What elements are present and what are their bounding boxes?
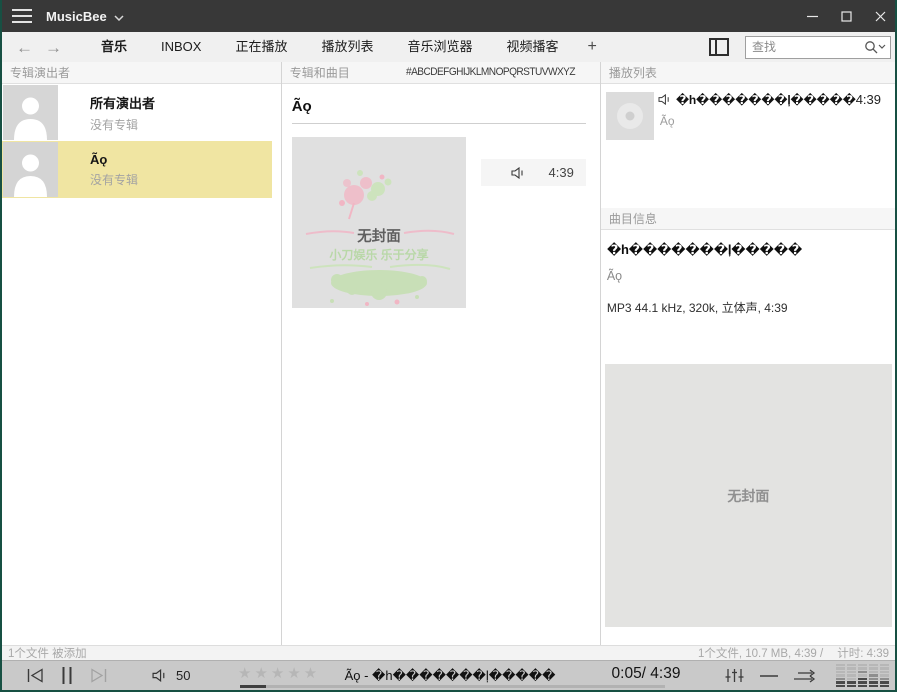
main-area: 专辑演出者 所有演出者 没有专辑 Ãǫ 没有专辑 专辑和曲目 #ABCDEFG bbox=[2, 62, 895, 645]
title-bar: MusicBee bbox=[0, 0, 897, 32]
forward-button[interactable]: → bbox=[39, 39, 68, 56]
track-duration: 4:39 bbox=[549, 165, 574, 180]
album-artist-panel: 专辑演出者 所有演出者 没有专辑 Ãǫ 没有专辑 bbox=[2, 62, 282, 645]
paint-splatter-graphic bbox=[306, 170, 454, 234]
tab-playlists[interactable]: 播放列表 bbox=[305, 32, 391, 62]
add-tab-button[interactable]: + bbox=[576, 38, 609, 56]
player-bar: 50 ★★★★★ Ãǫ - �h�������ļ����� 0:05/ 4:39 bbox=[2, 660, 895, 690]
album-tracks-panel-header: 专辑和曲目 bbox=[290, 64, 350, 81]
track-list: 4:39 bbox=[481, 159, 586, 308]
speaker-icon bbox=[658, 94, 671, 105]
speaker-icon bbox=[511, 167, 525, 179]
track-row[interactable]: 4:39 bbox=[481, 159, 586, 186]
minimize-button[interactable] bbox=[795, 0, 829, 32]
app-title[interactable]: MusicBee bbox=[46, 9, 107, 24]
artist-name: Ãǫ bbox=[90, 152, 138, 167]
person-avatar-icon bbox=[3, 85, 58, 140]
volume-level: 50 bbox=[176, 668, 190, 683]
right-sidebar: 播放列表 �h�������ļ����� 4:39 Ãǫ 曲目信息 bbox=[601, 62, 895, 645]
volume-icon[interactable] bbox=[152, 669, 167, 682]
star-rating[interactable]: ★★★★★ bbox=[238, 664, 320, 682]
track-info-content: �h�������ļ����� Ãǫ MP3 44.1 kHz, 320k, 立… bbox=[601, 230, 895, 364]
search-box bbox=[745, 36, 891, 59]
musicbee-window: MusicBee ← → 音乐 INBOX 正在播放 播放列表 音乐浏览器 视频… bbox=[0, 0, 897, 692]
artist-list-item-selected[interactable]: Ãǫ 没有专辑 bbox=[2, 141, 272, 198]
track-info-artist: Ãǫ bbox=[607, 269, 895, 283]
playlist-track-title: �h�������ļ����� bbox=[676, 93, 856, 107]
playlist-empty-space bbox=[601, 146, 895, 208]
time-display[interactable]: 0:05/ 4:39 bbox=[600, 665, 692, 683]
artist-list-item-all[interactable]: 所有演出者 没有专辑 bbox=[2, 84, 272, 141]
artist-name: 所有演出者 bbox=[90, 93, 155, 112]
next-button[interactable] bbox=[90, 668, 108, 683]
playlist-item[interactable]: �h�������ļ����� 4:39 Ãǫ bbox=[601, 84, 895, 146]
artist-subtitle: 没有专辑 bbox=[90, 171, 138, 188]
track-info-title: �h�������ļ����� bbox=[607, 242, 895, 258]
previous-button[interactable] bbox=[26, 668, 44, 683]
window-controls bbox=[795, 0, 897, 32]
search-icon[interactable] bbox=[864, 40, 890, 54]
tab-music[interactable]: 音乐 bbox=[84, 32, 144, 62]
cover-placeholder: 无封面 bbox=[605, 364, 892, 627]
no-cover-label: 无封面 bbox=[727, 486, 769, 506]
tab-bar: ← → 音乐 INBOX 正在播放 播放列表 音乐浏览器 视频播客 + bbox=[2, 32, 895, 62]
artist-heading: Ãǫ bbox=[292, 98, 586, 124]
chevron-down-icon[interactable] bbox=[114, 15, 124, 21]
playlist-track-duration: 4:39 bbox=[856, 92, 881, 107]
panel-layout-icon[interactable] bbox=[709, 38, 729, 56]
paint-blob-graphic bbox=[310, 265, 450, 306]
track-info-format: MP3 44.1 kHz, 320k, 立体声, 4:39 bbox=[607, 299, 895, 316]
cd-icon bbox=[606, 92, 654, 140]
maximize-button[interactable] bbox=[829, 0, 863, 32]
track-info-panel-header: 曲目信息 bbox=[601, 208, 895, 230]
pause-button[interactable] bbox=[61, 667, 73, 684]
album-art-placeholder[interactable]: 无封面 小刀娱乐 乐于分享 bbox=[292, 137, 466, 308]
tab-music-explorer[interactable]: 音乐浏览器 bbox=[391, 32, 490, 62]
playlist-track-artist: Ãǫ bbox=[660, 114, 895, 128]
person-avatar-icon bbox=[3, 142, 58, 197]
tab-inbox[interactable]: INBOX bbox=[144, 32, 218, 62]
status-timer-text: 计时: 4:39 bbox=[837, 645, 889, 661]
spectrum-visualizer[interactable] bbox=[836, 664, 889, 688]
back-button[interactable]: ← bbox=[10, 39, 39, 56]
tab-now-playing[interactable]: 正在播放 bbox=[218, 32, 304, 62]
tab-video-podcast[interactable]: 视频播客 bbox=[490, 32, 576, 62]
equalizer-icon[interactable] bbox=[725, 668, 744, 683]
play-order-icon[interactable] bbox=[794, 669, 816, 683]
no-cover-watermark-text: 无封面 bbox=[357, 227, 401, 245]
watermark-caption-text: 小刀娱乐 乐于分享 bbox=[329, 247, 428, 262]
close-button[interactable] bbox=[863, 0, 897, 32]
playlist-panel-header: 播放列表 bbox=[601, 62, 895, 84]
now-playing-text: Ãǫ - �h�������ļ����� bbox=[310, 668, 590, 684]
hamburger-menu-icon[interactable] bbox=[12, 9, 32, 23]
search-input[interactable] bbox=[746, 40, 864, 54]
album-tracks-panel: 专辑和曲目 #ABCDEFGHIJKLMNOPQRSTUVWXYZ Ãǫ bbox=[282, 62, 601, 645]
tab-list: 音乐 INBOX 正在播放 播放列表 音乐浏览器 视频播客 bbox=[84, 32, 576, 62]
progress-bar[interactable] bbox=[240, 685, 665, 688]
status-files-text: 1个文件, 10.7 MB, 4:39 / bbox=[698, 645, 823, 661]
search-chevron-icon bbox=[878, 44, 886, 50]
artist-subtitle: 没有专辑 bbox=[90, 116, 155, 133]
progress-fill bbox=[240, 685, 266, 688]
status-bar: 1个文件 被添加 1个文件, 10.7 MB, 4:39 / 计时: 4:39 bbox=[2, 645, 895, 660]
status-left-text: 1个文件 被添加 bbox=[8, 645, 87, 661]
album-artist-panel-header: 专辑演出者 bbox=[2, 62, 281, 84]
volume-analyzer-toggle-icon[interactable] bbox=[760, 674, 778, 678]
alphabet-index[interactable]: #ABCDEFGHIJKLMNOPQRSTUVWXYZ bbox=[406, 66, 575, 78]
